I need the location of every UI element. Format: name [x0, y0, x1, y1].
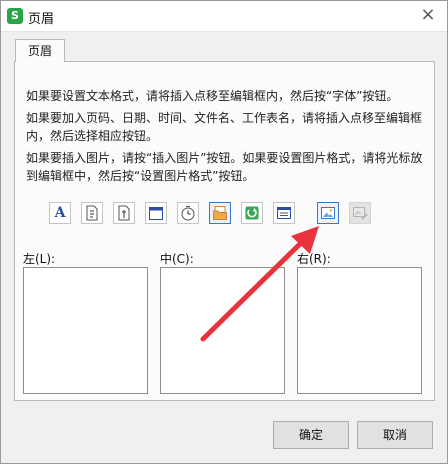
- page-count-button[interactable]: [113, 202, 135, 224]
- font-icon: A: [54, 205, 66, 221]
- ok-button[interactable]: 确定: [273, 421, 349, 449]
- left-section-editor[interactable]: [23, 267, 148, 394]
- file-path-button[interactable]: [209, 202, 231, 224]
- tab-panel: 如果要设置文本格式，请将插入点移至编辑框内，然后按“字体”按钮。 如果要加入页码…: [14, 61, 435, 401]
- font-button[interactable]: A: [49, 202, 71, 224]
- info-text-fields: 如果要加入页码、日期、时间、文件名、工作表名，请将插入点移至编辑框内，然后选择相…: [26, 111, 423, 143]
- wps-app-icon: S: [7, 8, 23, 24]
- page-number-button[interactable]: [81, 202, 103, 224]
- date-button[interactable]: [145, 202, 167, 224]
- format-picture-icon: [353, 207, 368, 220]
- info-text-format: 如果要设置文本格式，请将插入点移至编辑框内，然后按“字体”按钮。: [26, 89, 399, 103]
- right-section-editor[interactable]: [297, 267, 422, 394]
- sheet-tab-icon: [277, 207, 291, 219]
- page-number-icon: [86, 205, 98, 221]
- title-bar: S 页眉 ×: [1, 1, 447, 32]
- left-section-label: 左(L):: [23, 252, 56, 266]
- right-section-label: 右(R):: [297, 252, 331, 266]
- workbook-icon: [245, 206, 259, 220]
- file-name-button[interactable]: [241, 202, 263, 224]
- picture-icon: [321, 207, 335, 219]
- center-section-editor[interactable]: [160, 267, 285, 394]
- tab-header[interactable]: 页眉: [15, 39, 65, 62]
- time-button[interactable]: [177, 202, 199, 224]
- format-picture-button[interactable]: [349, 202, 371, 224]
- close-icon[interactable]: ×: [419, 6, 437, 24]
- dialog-title: 页眉: [28, 12, 55, 27]
- calendar-icon: [149, 207, 163, 220]
- center-section-label: 中(C):: [160, 252, 194, 266]
- folder-file-icon: [213, 206, 227, 220]
- info-text-picture: 如果要插入图片，请按“插入图片”按钮。如果要设置图片格式，请将光标放到编辑框中，…: [26, 151, 423, 183]
- header-dialog: S 页眉 × 页眉 如果要设置文本格式，请将插入点移至编辑框内，然后按“字体”按…: [0, 0, 448, 464]
- clock-icon: [181, 206, 195, 221]
- page-count-icon: [118, 205, 130, 221]
- sheet-name-button[interactable]: [273, 202, 295, 224]
- cancel-button[interactable]: 取消: [357, 421, 433, 449]
- insert-picture-button[interactable]: [317, 202, 339, 224]
